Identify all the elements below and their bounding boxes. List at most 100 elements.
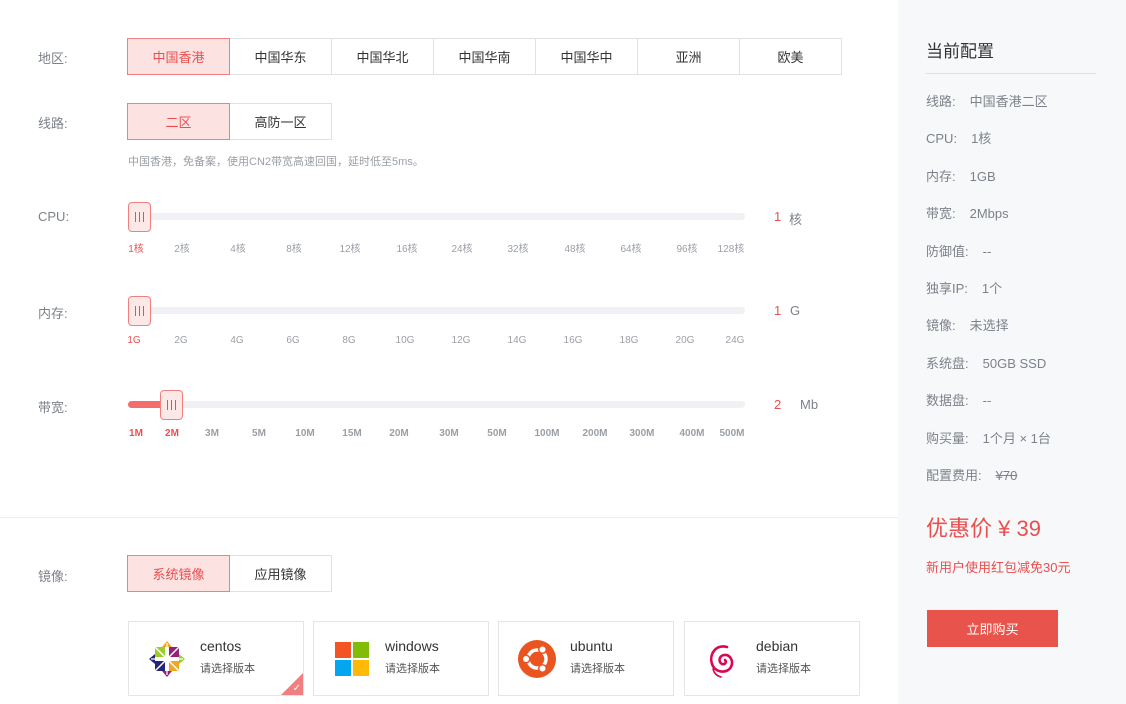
tick-label[interactable]: 1核 <box>128 240 144 255</box>
summary-panel: 当前配置 线路: 中国香港二区 CPU: 1核 内存: 1GB 带宽: 2Mbps 防御值: --… <box>898 0 1126 704</box>
memory-unit: G <box>790 303 801 318</box>
os-card-centos[interactable]: centos 请选择版本 ✓ <box>128 621 304 696</box>
tick-label[interactable]: 64核 <box>620 240 641 255</box>
cpu-unit: 核 <box>789 212 803 227</box>
image-tab-option[interactable]: 系统镜像 <box>127 555 230 592</box>
summary-row-label: 独享IP: <box>926 281 968 296</box>
region-label: 地区: <box>38 51 68 66</box>
summary-row: 购买量: 1个月 × 1台 <box>926 428 1051 447</box>
region-option[interactable]: 中国华北 <box>331 38 434 75</box>
os-card-ubuntu[interactable]: ubuntu 请选择版本 <box>498 621 674 696</box>
tick-label[interactable]: 200M <box>582 428 607 439</box>
summary-row-value: 1GB <box>969 169 996 184</box>
tick-label[interactable]: 14G <box>508 335 527 346</box>
tick-label[interactable]: 500M <box>719 428 744 439</box>
memory-slider-track[interactable] <box>128 307 745 314</box>
tick-label[interactable]: 32核 <box>507 240 528 255</box>
tick-label[interactable]: 18G <box>620 335 639 346</box>
bandwidth-ticks: 1M 2M 3M 5M 10M 15M 20M 30M 50M 100M 200M 300M 400M 5… <box>0 428 898 442</box>
os-card-windows[interactable]: windows 请选择版本 <box>313 621 489 696</box>
summary-row-value: -- <box>982 244 992 259</box>
tick-label[interactable]: 6G <box>286 335 299 346</box>
region-option[interactable]: 中国华南 <box>433 38 536 75</box>
tick-label[interactable]: 1M <box>129 428 143 439</box>
os-name: windows <box>385 638 439 654</box>
summary-row: 防御值: -- <box>926 241 991 260</box>
cpu-ticks: 1核 2核 4核 8核 12核 16核 24核 32核 48核 64核 96核 128核 <box>0 240 898 255</box>
tick-label[interactable]: 8核 <box>286 240 302 255</box>
summary-row-label: 内存: <box>926 169 956 184</box>
tick-label[interactable]: 12G <box>452 335 471 346</box>
summary-row-value: 1核 <box>971 131 992 146</box>
summary-row-label: 线路: <box>926 94 956 109</box>
bandwidth-unit: Mb <box>800 397 819 412</box>
region-option[interactable]: 亚洲 <box>637 38 740 75</box>
region-selector: 中国香港 中国华东 中国华北 中国华南 中国华中 亚洲 欧美 <box>127 38 842 75</box>
image-type-selector: 系统镜像 应用镜像 <box>127 555 332 592</box>
os-card-debian[interactable]: debian 请选择版本 <box>684 621 860 696</box>
tick-label[interactable]: 24核 <box>451 240 472 255</box>
tick-label[interactable]: 24G <box>726 335 745 346</box>
region-option[interactable]: 欧美 <box>739 38 842 75</box>
memory-value: 1 <box>774 303 782 318</box>
summary-row-label: 镜像: <box>926 318 956 333</box>
tick-label[interactable]: 20G <box>676 335 695 346</box>
tick-label[interactable]: 12核 <box>339 240 360 255</box>
tick-label[interactable]: 20M <box>389 428 408 439</box>
summary-row: 独享IP: 1个 <box>926 278 1002 297</box>
summary-row-value: 未选择 <box>969 318 1009 333</box>
tick-label[interactable]: 48核 <box>564 240 585 255</box>
memory-slider-handle[interactable] <box>128 296 151 326</box>
image-tab-option[interactable]: 应用镜像 <box>229 555 332 592</box>
tick-label[interactable]: 10G <box>396 335 415 346</box>
summary-row-label: 带宽: <box>926 206 956 221</box>
line-option[interactable]: 高防一区 <box>229 103 332 140</box>
cpu-slider-handle[interactable] <box>128 202 151 232</box>
memory-ticks: 1G 2G 4G 6G 8G 10G 12G 14G 16G 18G 20G 24G <box>0 335 898 349</box>
tick-label[interactable]: 16核 <box>396 240 417 255</box>
bandwidth-slider-track[interactable] <box>128 401 745 408</box>
tick-label[interactable]: 16G <box>564 335 583 346</box>
summary-row: 线路: 中国香港二区 <box>926 91 1048 110</box>
summary-row: CPU: 1核 <box>926 128 991 147</box>
bandwidth-label: 带宽: <box>38 400 68 415</box>
tick-label[interactable]: 50M <box>487 428 506 439</box>
tick-label[interactable]: 30M <box>439 428 458 439</box>
buy-now-button[interactable]: 立即购买 <box>927 610 1058 647</box>
summary-row-value: -- <box>982 393 992 408</box>
tick-label[interactable]: 2M <box>165 428 179 439</box>
tick-label[interactable]: 4核 <box>230 240 246 255</box>
os-version-hint: 请选择版本 <box>570 663 625 675</box>
tick-label[interactable]: 15M <box>342 428 361 439</box>
summary-row-value: 1个月 × 1台 <box>982 431 1051 446</box>
cpu-label: CPU: <box>38 209 70 224</box>
tick-label[interactable]: 10M <box>295 428 314 439</box>
tick-label[interactable]: 4G <box>230 335 243 346</box>
tick-label[interactable]: 96核 <box>676 240 697 255</box>
bandwidth-slider-handle[interactable] <box>160 390 183 420</box>
tick-label[interactable]: 8G <box>342 335 355 346</box>
cpu-slider-track[interactable] <box>128 213 745 220</box>
tick-label[interactable]: 5M <box>252 428 266 439</box>
os-version-hint: 请选择版本 <box>385 663 440 675</box>
summary-row-label: 系统盘: <box>926 356 969 371</box>
tick-label[interactable]: 128核 <box>718 240 745 255</box>
tick-label[interactable]: 100M <box>534 428 559 439</box>
discount-price: 优惠价 ¥ 39 <box>926 516 1041 541</box>
line-option[interactable]: 二区 <box>127 103 230 140</box>
region-option[interactable]: 中国华东 <box>229 38 332 75</box>
summary-row-value: 50GB SSD <box>982 356 1047 371</box>
region-option[interactable]: 中国华中 <box>535 38 638 75</box>
bandwidth-value: 2 <box>774 397 782 412</box>
tick-label[interactable]: 300M <box>629 428 654 439</box>
tick-label[interactable]: 2核 <box>174 240 190 255</box>
tick-label[interactable]: 400M <box>679 428 704 439</box>
summary-title: 当前配置 <box>926 42 994 61</box>
os-version-hint: 请选择版本 <box>756 663 811 675</box>
image-label: 镜像: <box>38 569 68 584</box>
region-option[interactable]: 中国香港 <box>127 38 230 75</box>
tick-label[interactable]: 1G <box>127 335 140 346</box>
line-hint: 中国香港，免备案，使用CN2带宽高速回国，延时低至5ms。 <box>128 156 424 168</box>
tick-label[interactable]: 2G <box>174 335 187 346</box>
tick-label[interactable]: 3M <box>205 428 219 439</box>
